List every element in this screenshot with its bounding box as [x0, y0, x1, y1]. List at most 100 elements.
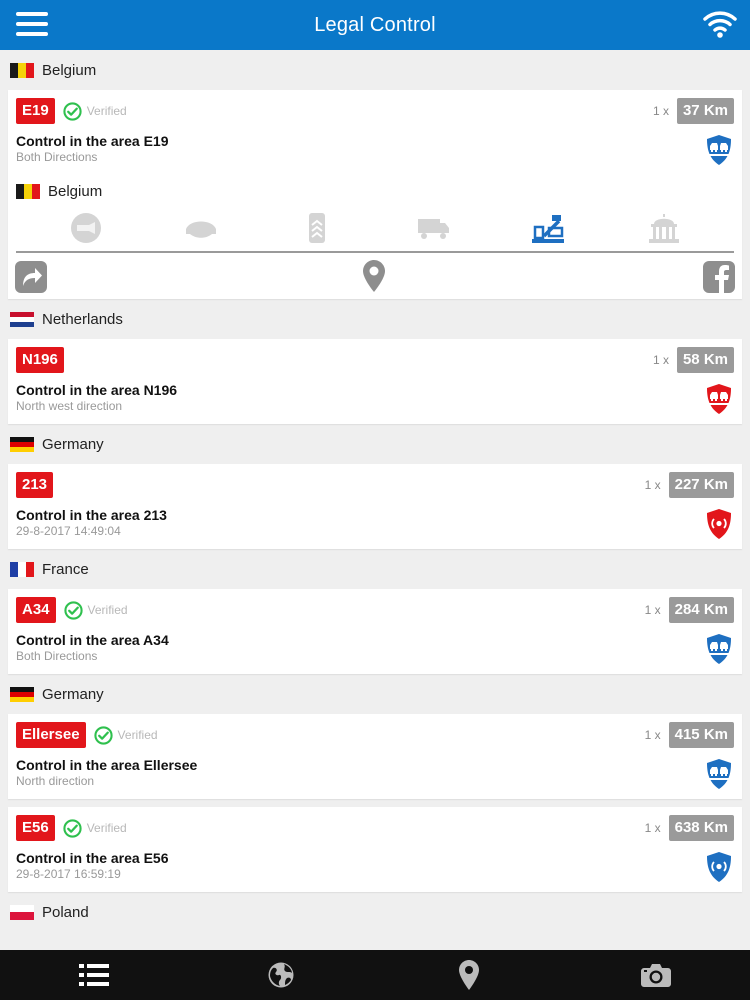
road-badge: E56	[16, 815, 55, 841]
road-badge: A34	[16, 597, 56, 623]
page-title: Legal Control	[314, 13, 436, 36]
distance-badge: 58 Km	[676, 347, 734, 373]
nav-camera[interactable]	[636, 958, 676, 992]
road-badge: N196	[16, 347, 64, 373]
blue-cars-icon	[707, 135, 731, 165]
app-header: Legal Control	[0, 0, 750, 50]
control-subtitle: North west direction	[16, 399, 123, 413]
verified-label: Verified	[117, 728, 158, 742]
country-name: Belgium	[42, 61, 97, 79]
globe-icon	[268, 962, 294, 988]
distance-badge: 37 Km	[676, 98, 734, 124]
report-count: 1 x	[644, 478, 661, 492]
control-card[interactable]: Ellersee Verified 1 x 415 Km Control in …	[8, 714, 742, 799]
road-badge: 213	[16, 472, 54, 498]
netherlands-flag-icon	[10, 311, 34, 327]
nav-globe[interactable]	[261, 958, 301, 992]
customs-control-icon	[532, 215, 565, 243]
country-header: France	[0, 549, 750, 589]
category-rank-insignia[interactable]	[298, 211, 336, 245]
control-title: Control in the area Ellersee	[16, 757, 198, 773]
share-icon[interactable]	[14, 260, 48, 294]
germany-flag-icon	[10, 686, 34, 702]
country-header: Belgium	[0, 50, 750, 90]
menu-icon[interactable]	[16, 12, 48, 38]
bottom-nav	[0, 950, 750, 1000]
control-card[interactable]: E19 Verified 1 x 37 Km Control in the ar…	[8, 90, 742, 299]
category-speed-camera[interactable]	[67, 211, 105, 245]
nav-map[interactable]	[449, 958, 489, 992]
action-row	[8, 253, 742, 299]
distance-badge: 415 Km	[668, 722, 734, 748]
blue-cars-icon	[707, 759, 731, 789]
control-subtitle: Both Directions	[16, 649, 98, 663]
location-pin-icon[interactable]	[362, 259, 386, 293]
camera-icon	[641, 964, 672, 987]
category-row	[8, 205, 742, 251]
category-police-cap[interactable]	[182, 211, 220, 245]
belgium-flag-icon	[10, 62, 34, 78]
report-count: 1 x	[644, 728, 661, 742]
distance-badge: 284 Km	[668, 597, 734, 623]
report-count: 1 x	[644, 821, 661, 835]
control-card[interactable]: 213 1 x 227 Km Control in the area 213 2…	[8, 464, 742, 549]
country-name: Poland	[42, 903, 89, 921]
government-building-icon	[649, 214, 680, 243]
category-customs-control[interactable]	[529, 211, 567, 245]
belgium-flag-icon	[16, 183, 40, 199]
control-title: Control in the area E19	[16, 133, 169, 149]
control-subtitle: Both Directions	[16, 150, 98, 164]
country-name: Germany	[42, 685, 104, 703]
country-header: Poland	[0, 892, 750, 932]
map-pin-icon	[458, 960, 479, 990]
country-name: France	[42, 560, 89, 578]
control-title: Control in the area E56	[16, 850, 169, 866]
speed-camera-icon	[70, 213, 101, 243]
verified-indicator: Verified	[63, 101, 127, 121]
country-name: Germany	[42, 435, 104, 453]
category-government-building[interactable]	[645, 211, 683, 245]
road-badge: E19	[16, 98, 55, 124]
control-title: Control in the area N196	[16, 382, 178, 398]
france-flag-icon	[10, 561, 34, 577]
verified-indicator: Verified	[63, 600, 128, 620]
country-name: Netherlands	[42, 310, 123, 328]
facebook-icon[interactable]	[702, 260, 736, 294]
verified-label: Verified	[86, 821, 127, 835]
verified-label: Verified	[86, 104, 127, 118]
rank-insignia-icon	[309, 213, 326, 243]
control-card[interactable]: A34 Verified 1 x 284 Km Control in the a…	[8, 589, 742, 674]
control-subtitle: 29-8-2017 14:49:04	[16, 524, 121, 538]
verified-check-icon	[63, 101, 82, 121]
list-icon	[78, 964, 109, 986]
control-subtitle: North direction	[16, 774, 95, 788]
report-count: 1 x	[652, 353, 669, 367]
report-count: 1 x	[644, 603, 661, 617]
verified-indicator: Verified	[63, 818, 127, 838]
control-card[interactable]: E56 Verified 1 x 638 Km Control in the a…	[8, 807, 742, 892]
police-cap-icon	[186, 221, 217, 238]
control-card[interactable]: N196 1 x 58 Km Control in the area N196 …	[8, 339, 742, 424]
nav-list[interactable]	[74, 958, 114, 992]
detail-country: Belgium	[8, 175, 742, 205]
distance-badge: 638 Km	[668, 815, 734, 841]
control-title: Control in the area A34	[16, 632, 169, 648]
blue-radar-icon	[707, 852, 731, 882]
wifi-icon[interactable]	[702, 8, 738, 40]
report-count: 1 x	[652, 104, 669, 118]
verified-check-icon	[93, 725, 113, 745]
control-list[interactable]: Belgium E19 Verified 1 x 37 Km Control i…	[0, 50, 750, 950]
truck-icon	[417, 219, 449, 239]
control-title: Control in the area 213	[16, 507, 167, 523]
control-subtitle: 29-8-2017 16:59:19	[16, 867, 121, 881]
red-cars-icon	[707, 384, 731, 414]
category-truck[interactable]	[414, 211, 452, 245]
verified-check-icon	[63, 600, 83, 620]
red-radar-icon	[707, 509, 731, 539]
verified-label: Verified	[87, 603, 128, 617]
road-badge: Ellersee	[16, 722, 86, 748]
country-header: Netherlands	[0, 299, 750, 339]
detail-country-name: Belgium	[48, 182, 103, 200]
distance-badge: 227 Km	[668, 472, 734, 498]
verified-indicator: Verified	[93, 725, 158, 745]
